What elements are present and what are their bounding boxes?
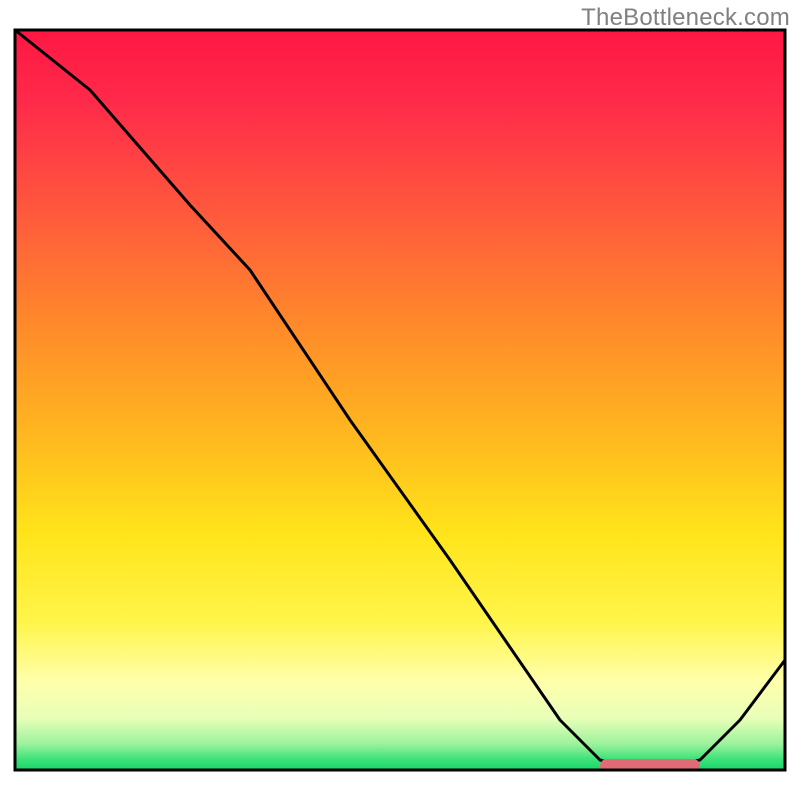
gradient-background <box>15 30 785 770</box>
plot-area <box>15 30 785 773</box>
bottleneck-chart <box>0 0 800 800</box>
watermark-text: TheBottleneck.com <box>581 4 790 32</box>
chart-container: TheBottleneck.com <box>0 0 800 800</box>
